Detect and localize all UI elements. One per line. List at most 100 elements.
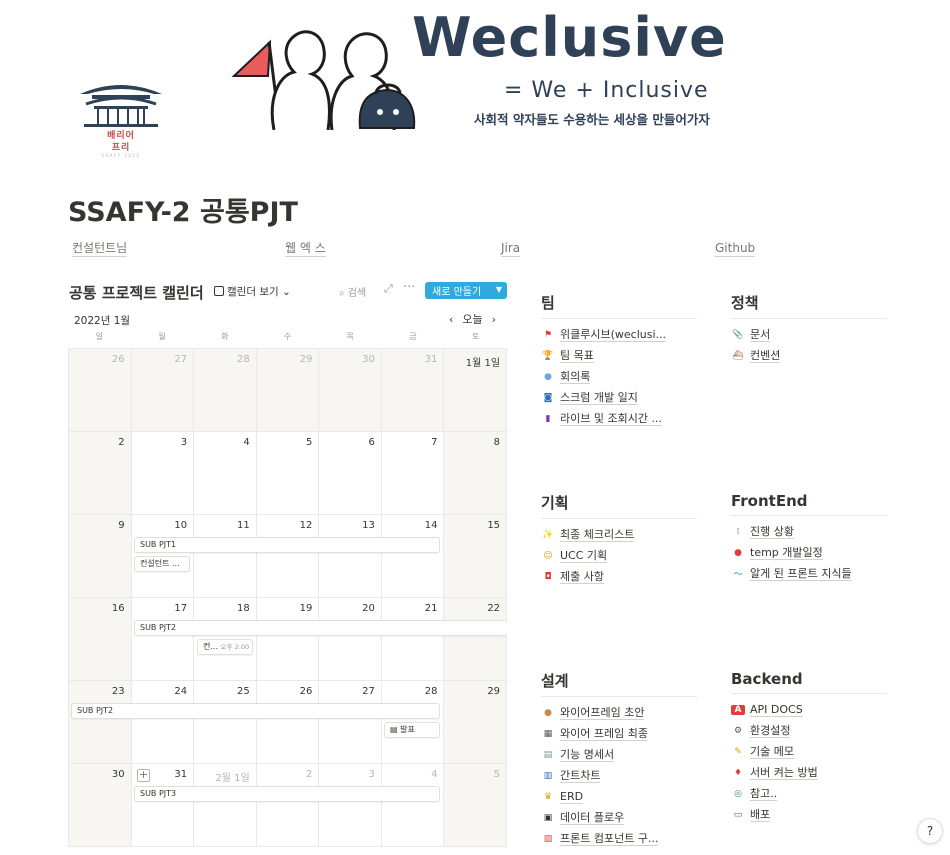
calendar-day[interactable]: 20 <box>319 598 382 680</box>
calendar-day[interactable]: 26 <box>257 681 320 763</box>
page-link[interactable]: ◘ 제출 사항 <box>541 566 697 587</box>
page-link-label: 기술 메모 <box>750 744 794 759</box>
event-title: 발표 <box>400 725 415 734</box>
calendar-day[interactable]: 25 <box>194 681 257 763</box>
page-link-label: 데이터 플로우 <box>560 810 625 825</box>
link-jira[interactable]: Jira <box>501 241 521 257</box>
help-button[interactable]: ? <box>917 818 943 844</box>
page-link[interactable]: ▧ 프론트 컴포넌트 구... <box>541 828 697 849</box>
page-link[interactable]: ♦ 서버 켜는 방법 <box>731 762 887 783</box>
page-link[interactable]: ● 회의록 <box>541 366 697 387</box>
calendar-day[interactable]: 29 <box>256 349 320 431</box>
calendar-day[interactable]: 28 <box>194 349 257 431</box>
day-number: 16 <box>111 603 125 614</box>
page-link[interactable]: ◙ 스크럼 개발 일지 <box>541 387 697 408</box>
event-sub-pjt2[interactable]: SUB PJT2 <box>134 620 507 636</box>
calendar-day[interactable]: 11 <box>194 515 257 597</box>
weekday-sun: 일 <box>95 332 104 341</box>
page-link[interactable]: 🏆 팀 목표 <box>541 345 697 366</box>
page-link[interactable]: ⚑ 위클루시브(weclusi... <box>541 324 697 345</box>
page-link[interactable]: ▤ 기능 명세서 <box>541 744 697 765</box>
calendar-day[interactable]: 30 <box>319 349 382 431</box>
page-link-label: 배포 <box>750 807 771 822</box>
calendar-day[interactable]: 13 <box>319 515 382 597</box>
today-button[interactable]: 오늘 <box>462 313 482 326</box>
page-link-label: 환경설정 <box>750 723 791 738</box>
calendar-day[interactable]: 14 <box>382 515 445 597</box>
weekday-header: 일 월 화 수 목 금 토 <box>68 331 507 349</box>
page-link[interactable]: ⚙ 환경설정 <box>731 720 887 741</box>
event-consultant[interactable]: 컨설턴트 ... <box>134 556 190 572</box>
calendar-day[interactable]: 6 <box>319 432 382 514</box>
calendar-title[interactable]: 공통 프로젝트 캘린더 <box>69 282 204 303</box>
calendar-view-switcher[interactable]: 캘린더 보기 ⌄ <box>214 284 291 299</box>
calendar-day[interactable]: 12 <box>257 515 320 597</box>
page-link[interactable]: ◎ 참고.. <box>731 783 887 804</box>
calendar-day[interactable]: 31 <box>381 349 445 431</box>
calendar-day[interactable]: 3 <box>132 432 195 514</box>
chevron-down-icon[interactable]: ▼ <box>496 285 502 294</box>
calendar-day[interactable]: 27 <box>131 349 195 431</box>
calendar-day[interactable]: 24 <box>132 681 195 763</box>
add-event-button[interactable]: + <box>137 769 150 782</box>
calendar-day[interactable]: 2 <box>257 764 320 846</box>
calendar-day[interactable]: 21 <box>382 598 445 680</box>
next-month-icon[interactable]: › <box>492 313 496 326</box>
calendar-day[interactable]: 9 <box>68 515 132 597</box>
calendar-day[interactable]: 22 <box>444 598 508 680</box>
calendar-day[interactable]: 1월 1일 <box>444 349 508 431</box>
calendar-day[interactable]: 5 <box>444 764 508 846</box>
calendar-day[interactable]: 30 <box>68 764 132 846</box>
new-entry-button[interactable]: 새로 만들기 ▼ <box>425 282 507 299</box>
calendar-day[interactable]: 4 <box>194 432 257 514</box>
calendar-day[interactable]: 8 <box>444 432 508 514</box>
page-link[interactable]: 📎 문서 <box>731 324 887 345</box>
calendar-day[interactable]: 23 <box>68 681 132 763</box>
page-link[interactable]: ✎ 기술 메모 <box>731 741 887 762</box>
calendar-day[interactable]: 15 <box>444 515 508 597</box>
page-link[interactable]: ▭ 배포 <box>731 804 887 825</box>
calendar-day[interactable]: 26 <box>68 349 132 431</box>
calendar-day[interactable]: 2 <box>68 432 132 514</box>
link-webex[interactable]: 웹 엑 스 <box>285 241 326 257</box>
page-link[interactable]: ● temp 개발일정 <box>731 542 887 563</box>
calendar-day[interactable]: 29 <box>444 681 508 763</box>
calendar-grid: 26 27 28 29 30 31 1월 1일 2 3 4 5 6 7 8 9 … <box>68 349 508 847</box>
calendar-day[interactable]: 17 <box>132 598 195 680</box>
link-github[interactable]: Github <box>715 241 756 257</box>
page-link[interactable]: ▣ 데이터 플로우 <box>541 807 697 828</box>
calendar-day[interactable]: 27 <box>319 681 382 763</box>
calendar-day[interactable]: 5 <box>257 432 320 514</box>
calendar-day[interactable]: 7 <box>382 432 445 514</box>
calendar-day[interactable]: 4 <box>382 764 445 846</box>
paperclip-icon: 📎 <box>732 329 744 340</box>
event-consultant-2pm[interactable]: 컨... 오후 2:00 <box>197 639 253 655</box>
day-number: 9 <box>118 520 125 531</box>
more-options-icon[interactable]: ··· <box>403 280 415 295</box>
page-link[interactable]: ⁞ 진행 상황 <box>731 521 887 542</box>
page-link[interactable]: ♛ ERD <box>541 786 697 807</box>
calendar-day[interactable]: 16 <box>68 598 132 680</box>
day-number: 21 <box>424 603 438 614</box>
event-presentation[interactable]: ▤ 발표 <box>384 722 440 738</box>
page-link[interactable]: ▥ 간트차트 <box>541 765 697 786</box>
page-link[interactable]: ✨ 최종 체크리스트 <box>541 524 697 545</box>
event-sub-pjt1[interactable]: SUB PJT1 <box>134 537 440 553</box>
calendar-day[interactable]: 3 <box>319 764 382 846</box>
page-link[interactable]: ⛴ 컨벤션 <box>731 345 887 366</box>
page-link[interactable]: ☺ UCC 기획 <box>541 545 697 566</box>
event-sub-pjt3[interactable]: SUB PJT3 <box>134 786 440 802</box>
calendar-day[interactable]: 2월 1일 <box>194 764 257 846</box>
calendar-search-button[interactable]: ⌕ 검색 <box>339 284 366 299</box>
page-link[interactable]: 〜 알게 된 프론트 지식들 <box>731 563 887 584</box>
calendar-day[interactable]: 19 <box>257 598 320 680</box>
link-consultant[interactable]: 컨설턴트님 <box>72 241 128 257</box>
event-sub-pjt2-cont[interactable]: SUB PJT2 <box>71 703 440 719</box>
page-link[interactable]: ● 와이어프레임 초안 <box>541 702 697 723</box>
expand-icon[interactable]: ⤢ <box>384 282 393 296</box>
prev-month-icon[interactable]: ‹ <box>449 313 453 326</box>
barrier-free-logo: 배리어 프리 SSAFY 2022 <box>74 78 168 160</box>
page-link[interactable]: ▮ 라이브 및 조회시간 ... <box>541 408 697 429</box>
page-link[interactable]: ▦ 와이어 프레임 최종 <box>541 723 697 744</box>
page-link[interactable]: A API DOCS <box>731 699 887 720</box>
